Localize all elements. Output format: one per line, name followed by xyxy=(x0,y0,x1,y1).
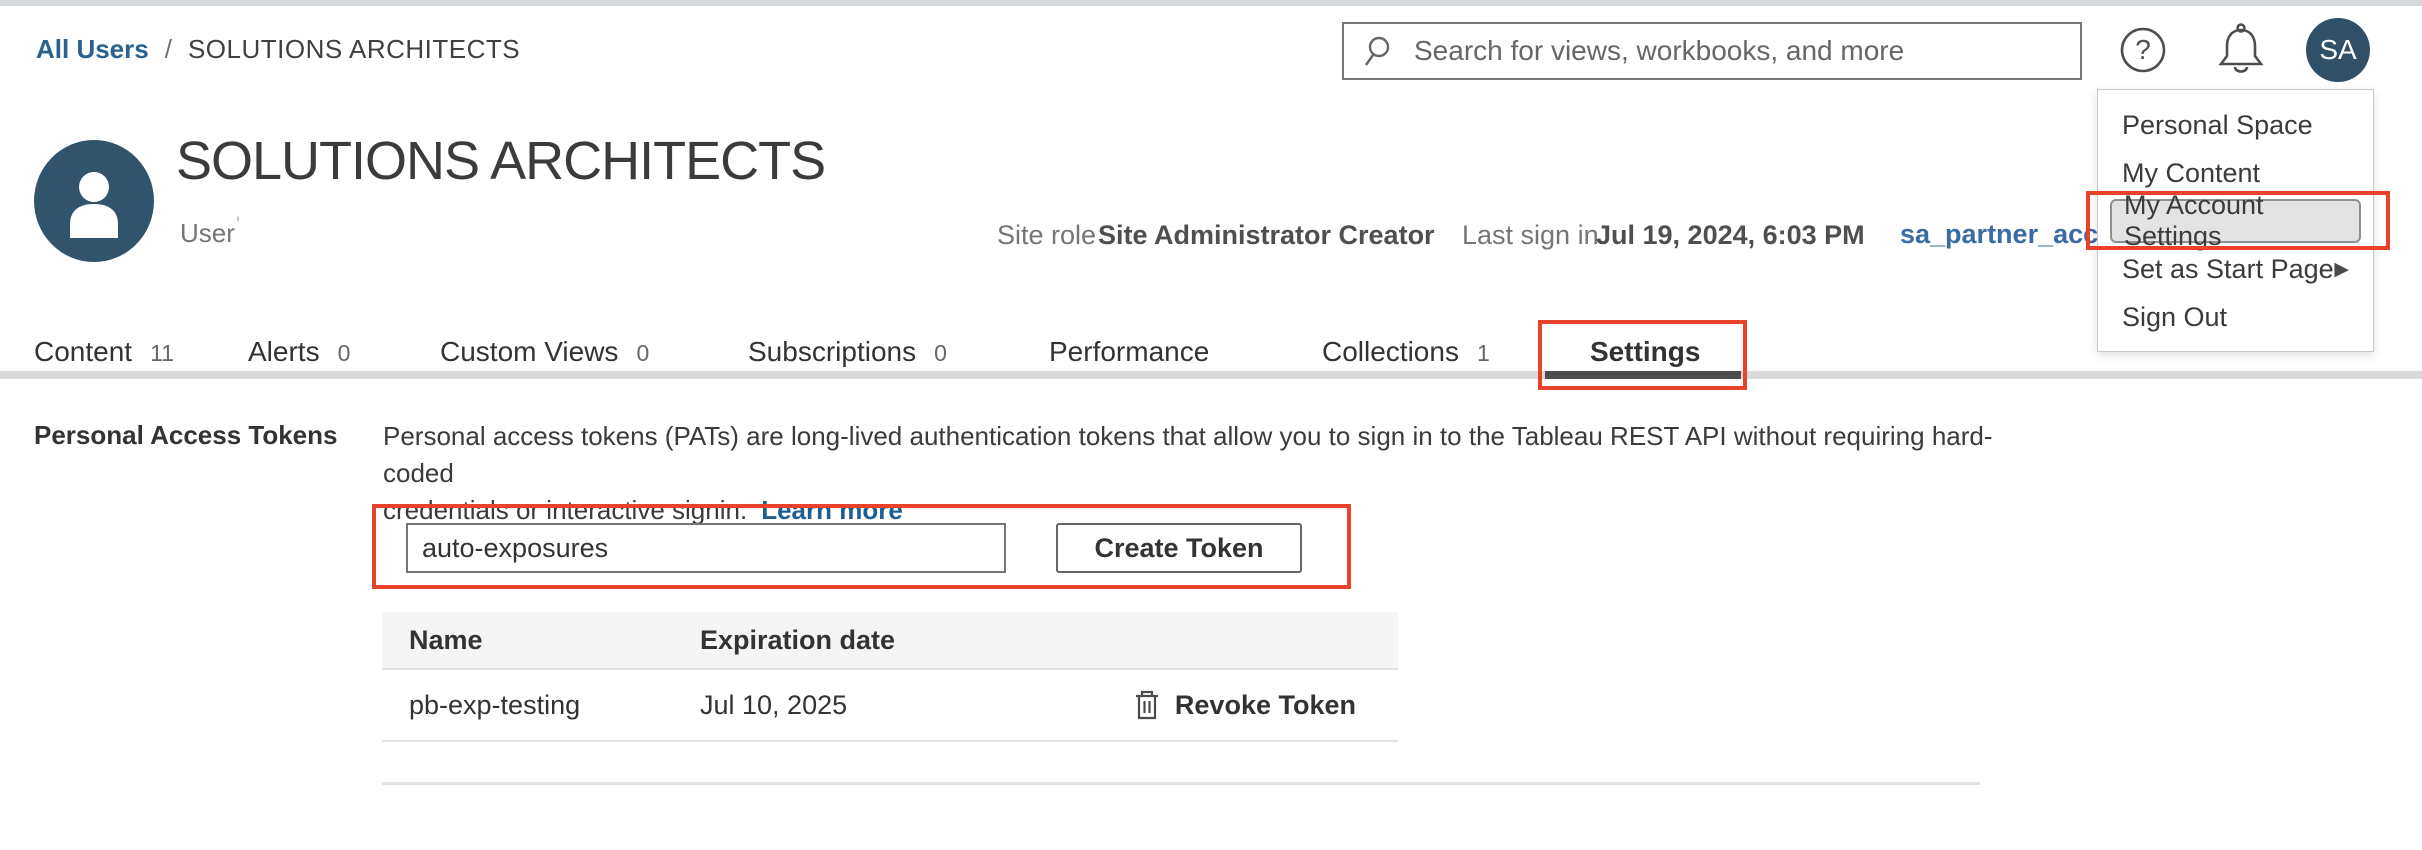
avatar-initials: SA xyxy=(2319,34,2356,66)
tab-label: Performance xyxy=(1049,336,1209,368)
tab-divider-bar xyxy=(0,371,2422,379)
breadcrumb: All Users / SOLUTIONS ARCHITECTS xyxy=(36,34,520,65)
svg-text:?: ? xyxy=(2135,34,2151,65)
annotation-box-my-account-settings xyxy=(2086,191,2390,250)
annotation-box-settings-tab xyxy=(1538,320,1747,390)
last-sign-in-label: Last sign in xyxy=(1462,220,1599,251)
notifications-bell-button[interactable] xyxy=(2214,22,2268,78)
tab-collections[interactable]: Collections 1 xyxy=(1322,336,1490,368)
revoke-token-button[interactable]: Revoke Token xyxy=(1133,689,1398,721)
token-table-row: pb-exp-testing Jul 10, 2025 Revoke Token xyxy=(382,670,1398,742)
tab-label: Subscriptions xyxy=(748,336,916,368)
token-name-cell: pb-exp-testing xyxy=(382,690,700,721)
search-input[interactable] xyxy=(1414,35,2062,67)
site-role-label: Site role xyxy=(997,220,1096,251)
menu-item-label: Sign Out xyxy=(2122,302,2227,333)
token-table: Name Expiration date pb-exp-testing Jul … xyxy=(382,612,1398,742)
trash-icon xyxy=(1133,689,1161,721)
tab-label: Collections xyxy=(1322,336,1459,368)
tab-count: 11 xyxy=(150,340,174,367)
tab-custom-views[interactable]: Custom Views 0 xyxy=(440,336,649,368)
menu-item-label: My Content xyxy=(2122,158,2260,189)
column-header-expiration: Expiration date xyxy=(700,625,1398,656)
tab-label: Alerts xyxy=(248,336,320,368)
tab-subscriptions[interactable]: Subscriptions 0 xyxy=(748,336,947,368)
last-sign-in-value: Jul 19, 2024, 6:03 PM xyxy=(1596,220,1865,251)
menu-item-label: Set as Start Page xyxy=(2122,254,2334,285)
search-bar[interactable] xyxy=(1342,22,2082,80)
person-icon xyxy=(34,140,154,262)
tab-count: 1 xyxy=(1477,340,1490,367)
menu-item-set-as-start-page[interactable]: Set as Start Page ▶ xyxy=(2098,245,2373,293)
breadcrumb-all-users-link[interactable]: All Users xyxy=(36,34,149,65)
menu-item-personal-space[interactable]: Personal Space xyxy=(2098,101,2373,149)
subtitle-mark: ' xyxy=(236,212,240,238)
menu-item-label: Personal Space xyxy=(2122,110,2313,141)
annotation-box-token-creation xyxy=(372,504,1351,589)
help-button[interactable]: ? xyxy=(2118,25,2168,75)
tab-performance[interactable]: Performance xyxy=(1049,336,1209,368)
personal-access-tokens-heading: Personal Access Tokens xyxy=(34,420,337,451)
tab-content[interactable]: Content 11 xyxy=(34,336,174,368)
tab-count: 0 xyxy=(636,340,649,367)
breadcrumb-current: SOLUTIONS ARCHITECTS xyxy=(188,34,520,65)
tab-label: Custom Views xyxy=(440,336,618,368)
submenu-arrow-icon: ▶ xyxy=(2334,258,2349,281)
page-title: SOLUTIONS ARCHITECTS xyxy=(176,130,825,192)
search-icon xyxy=(1362,33,1398,69)
top-strip xyxy=(0,0,2422,6)
site-role-value: Site Administrator Creator xyxy=(1098,220,1435,251)
tab-count: 0 xyxy=(338,340,351,367)
token-expiration-cell: Jul 10, 2025 xyxy=(700,690,1133,721)
tab-count: 0 xyxy=(934,340,947,367)
user-avatar-button[interactable]: SA xyxy=(2306,18,2370,82)
tab-alerts[interactable]: Alerts 0 xyxy=(248,336,350,368)
breadcrumb-separator: / xyxy=(165,34,172,65)
token-table-header: Name Expiration date xyxy=(382,612,1398,670)
menu-item-sign-out[interactable]: Sign Out xyxy=(2098,293,2373,341)
column-header-name: Name xyxy=(382,625,700,656)
pat-description-line1: Personal access tokens (PATs) are long-l… xyxy=(383,421,1993,488)
user-type-label: User xyxy=(180,218,235,249)
revoke-token-label: Revoke Token xyxy=(1175,690,1356,721)
tab-label: Content xyxy=(34,336,132,368)
user-profile-avatar xyxy=(34,140,154,262)
section-divider xyxy=(382,782,1980,785)
page: All Users / SOLUTIONS ARCHITECTS ? SA Pe… xyxy=(0,0,2422,850)
